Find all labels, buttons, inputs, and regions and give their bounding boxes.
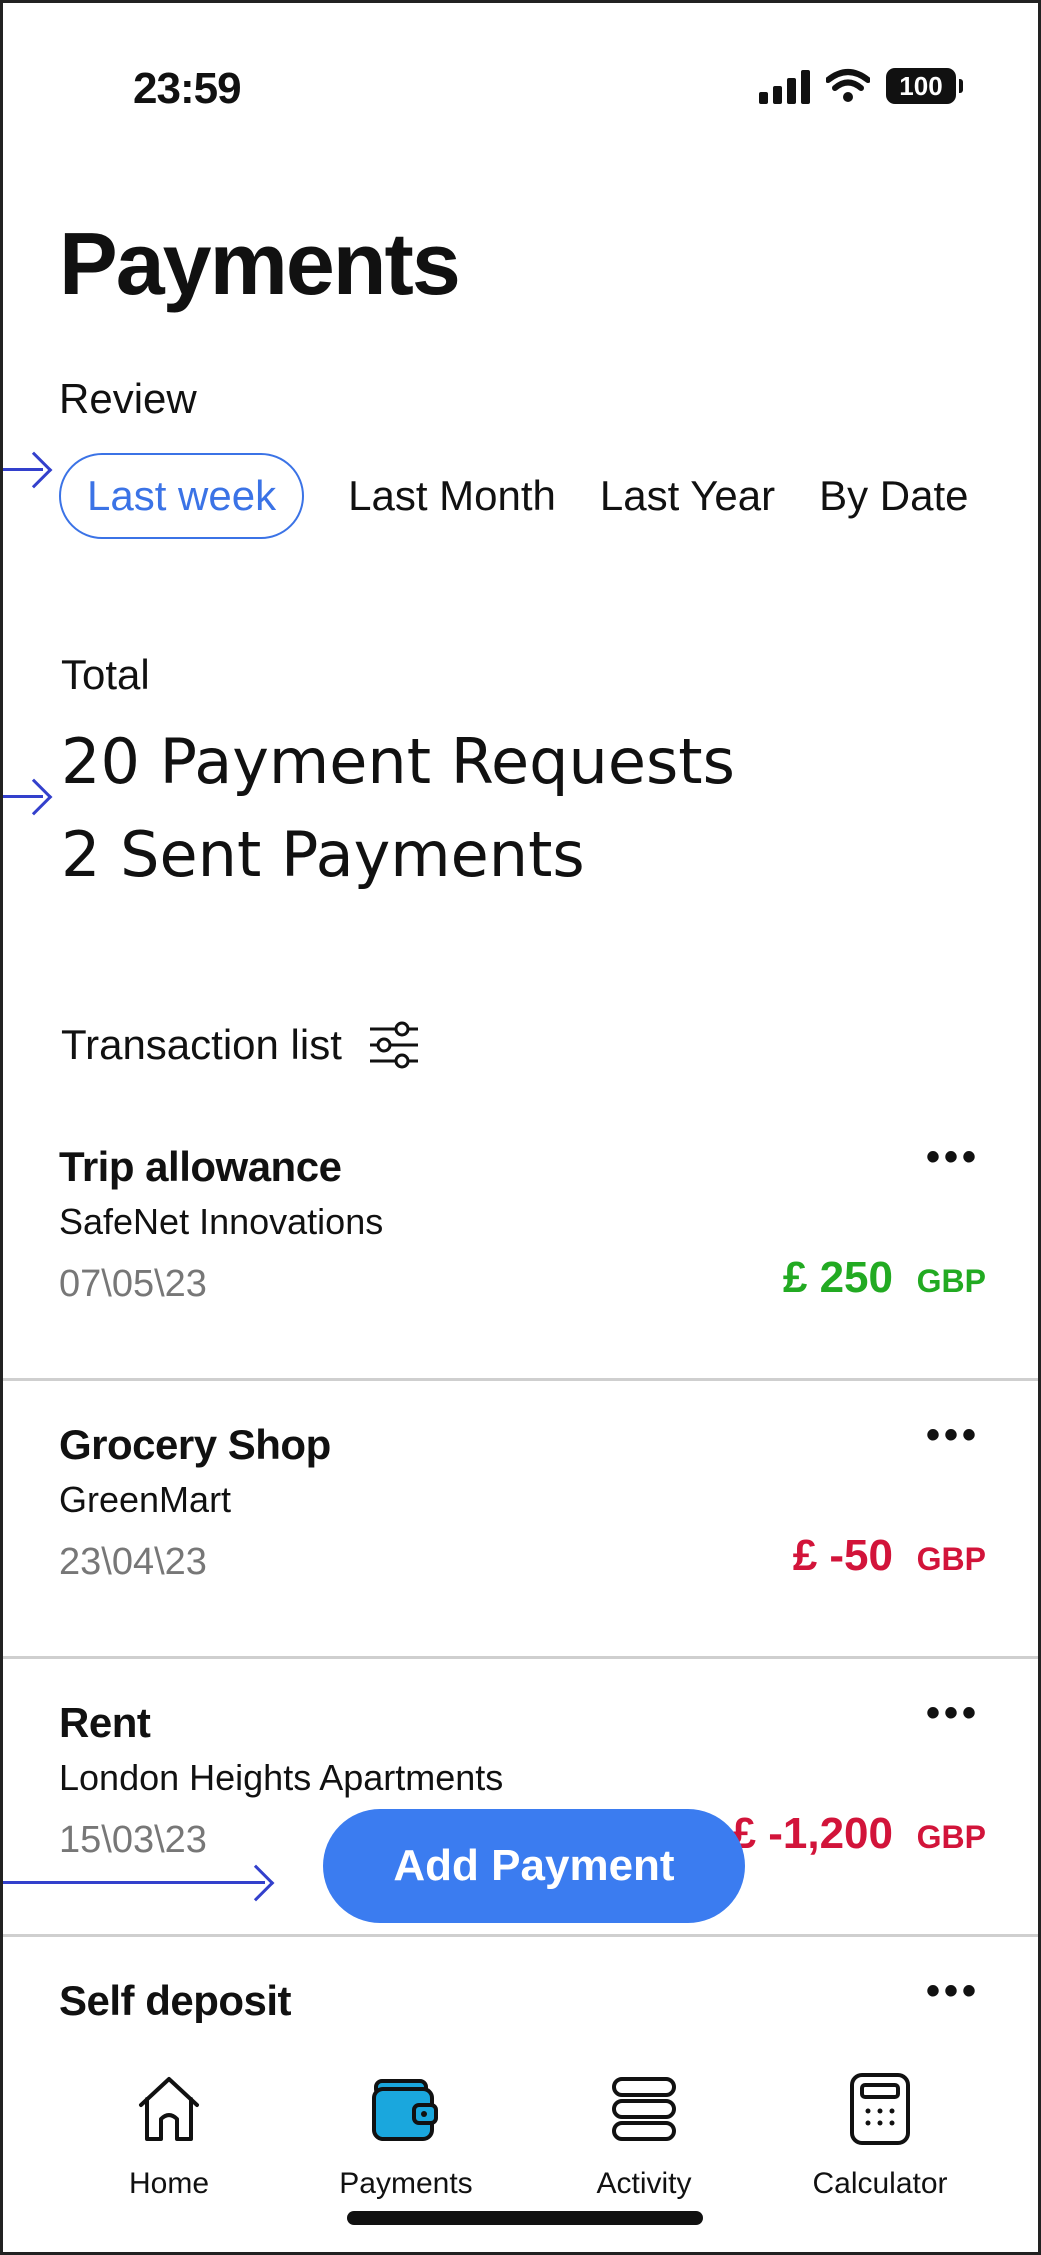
- transaction-date: 23\04\23: [59, 1541, 207, 1583]
- transaction-list-header: Transaction list: [61, 1021, 420, 1069]
- battery-icon: 100: [886, 68, 963, 104]
- tab-activity[interactable]: Activity: [554, 2071, 734, 2201]
- tab-calculator[interactable]: Calculator: [790, 2071, 970, 2201]
- status-bar: 23:59 100: [3, 58, 1038, 118]
- transaction-title: Rent: [59, 1699, 151, 1746]
- total-label: Total: [61, 651, 150, 698]
- transaction-title: Self deposit: [59, 1977, 292, 2024]
- transaction-merchant: GreenMart: [59, 1479, 232, 1520]
- home-indicator: [347, 2211, 703, 2225]
- status-icons: 100: [759, 68, 963, 104]
- sliders-icon[interactable]: [368, 1021, 420, 1069]
- more-options-button[interactable]: •••: [926, 1693, 980, 1733]
- more-options-button[interactable]: •••: [926, 1971, 980, 2011]
- phone-frame: 23:59 100 Payments Review Last week Last…: [0, 0, 1041, 2255]
- payment-requests-total: 20 Payment Requests: [61, 725, 735, 798]
- transaction-title: Grocery Shop: [59, 1421, 331, 1468]
- transaction-list-label: Transaction list: [61, 1021, 342, 1068]
- transaction-item[interactable]: Grocery Shop GreenMart 23\04\23 ••• £ -5…: [3, 1381, 1038, 1659]
- filter-last-year[interactable]: Last Year: [600, 453, 775, 539]
- tab-label: Home: [128, 2167, 210, 2200]
- filter-last-month[interactable]: Last Month: [348, 453, 556, 539]
- more-options-button[interactable]: •••: [926, 1137, 980, 1177]
- calculator-icon: [850, 2073, 910, 2145]
- transaction-merchant: London Heights Apartments: [59, 1757, 504, 1798]
- transaction-date: 15\03\23: [59, 1819, 207, 1861]
- transaction-currency: GBP: [916, 1263, 986, 1299]
- wallet-icon: [372, 2079, 438, 2141]
- transaction-item[interactable]: Trip allowance SafeNet Innovations 07\05…: [3, 1103, 1038, 1381]
- wifi-icon: [826, 69, 870, 102]
- transaction-date: 07\05\23: [59, 1263, 207, 1305]
- status-time: 23:59: [133, 64, 242, 113]
- filter-last-week[interactable]: Last week: [59, 453, 305, 539]
- transaction-amount: £ -50: [792, 1531, 893, 1580]
- tab-label: Calculator: [812, 2167, 948, 2200]
- transaction-currency: GBP: [916, 1819, 986, 1855]
- transaction-amount: £ 250: [782, 1253, 893, 1302]
- transaction-title: Trip allowance: [59, 1143, 342, 1190]
- review-label: Review: [59, 375, 197, 422]
- tab-label: Activity: [596, 2167, 692, 2200]
- transaction-amount: £ -1,200: [731, 1809, 893, 1858]
- tab-label: Payments: [339, 2167, 473, 2200]
- tab-home[interactable]: Home: [79, 2071, 259, 2201]
- cellular-signal-icon: [759, 68, 810, 104]
- tab-payments[interactable]: Payments: [316, 2071, 496, 2201]
- filter-by-date[interactable]: By Date: [819, 453, 968, 539]
- stack-icon: [612, 2077, 676, 2141]
- transaction-merchant: SafeNet Innovations: [59, 1201, 384, 1242]
- home-icon: [139, 2077, 199, 2141]
- add-payment-button[interactable]: Add Payment: [323, 1809, 745, 1923]
- page-title: Payments: [59, 214, 461, 313]
- sent-payments-total: 2 Sent Payments: [61, 818, 585, 891]
- transaction-currency: GBP: [916, 1541, 986, 1577]
- review-filter-tabs: Last week Last Month Last Year By Date: [59, 453, 968, 539]
- more-options-button[interactable]: •••: [926, 1415, 980, 1455]
